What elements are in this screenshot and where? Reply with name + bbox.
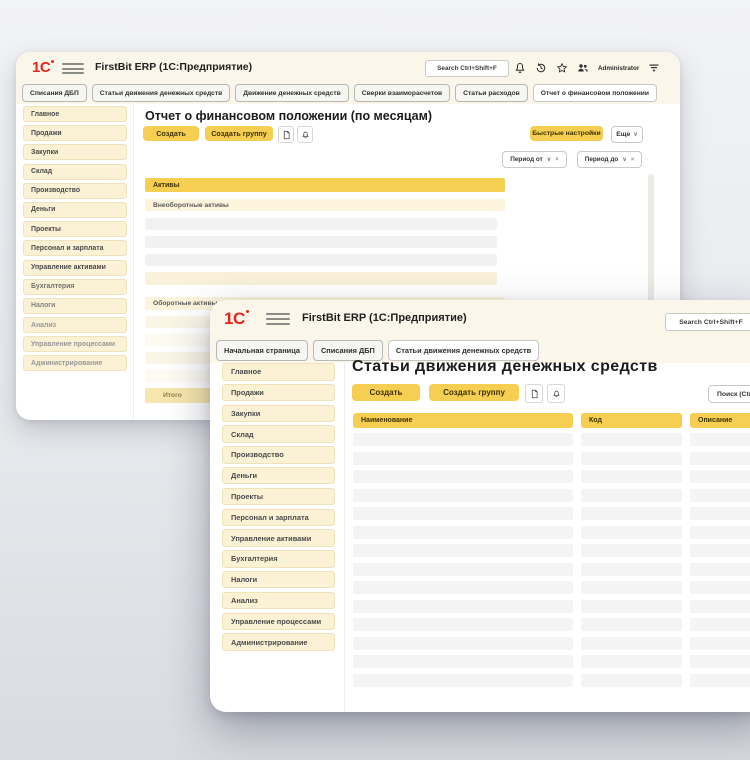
sidebar-item-проекты[interactable]: Проекты (222, 488, 335, 506)
tab-reconciliations[interactable]: Сверки взаиморасчетов (354, 84, 450, 102)
create-button[interactable]: Создать (143, 126, 199, 141)
1c-logo: 1С (224, 310, 245, 327)
tab-cashflow-items[interactable]: Статьи движения денежных средств (92, 84, 230, 102)
sidebar-item-закупки[interactable]: Закупки (23, 144, 127, 160)
tab-spisaniya-dbp[interactable]: Списания ДБП (22, 84, 87, 102)
table-row[interactable] (353, 618, 750, 637)
nav-sidebar: Главное Продажи Закупки Склад Производство Де… (222, 363, 335, 654)
sidebar-item-деньги[interactable]: Деньги (222, 467, 335, 485)
period-to-filter[interactable]: Период до∨× (577, 151, 642, 168)
sidebar-item-управление-процессами[interactable]: Управление процессами (222, 613, 335, 631)
tab-financial-report[interactable]: Отчет о финансовом положении (533, 84, 657, 102)
sidebar-item-анализ[interactable]: Анализ (23, 317, 127, 333)
create-group-button[interactable]: Создать группу (205, 126, 273, 141)
page-title: Отчет о финансовом положении (по месяцам… (145, 109, 432, 123)
create-button[interactable]: Создать (352, 384, 420, 401)
global-search-input[interactable]: Search Ctrl+Shift+F (425, 60, 509, 77)
window-cashflow-items: 1С FirstBit ERP (1С:Предприятие) Search … (210, 300, 750, 712)
sidebar-item-управление-активами[interactable]: Управление активами (222, 529, 335, 547)
main-menu-icon[interactable] (62, 63, 84, 74)
table-row[interactable] (353, 600, 750, 619)
panels-icon[interactable] (648, 62, 660, 74)
tab-expense-items[interactable]: Статьи расходов (455, 84, 528, 102)
table-row[interactable] (353, 526, 750, 545)
table-row[interactable] (353, 581, 750, 600)
sidebar-item-анализ[interactable]: Анализ (222, 592, 335, 610)
sidebar-item-продажи[interactable]: Продажи (23, 125, 127, 141)
table-body (353, 433, 750, 692)
sidebar-item-бухгалтерия[interactable]: Бухгалтерия (222, 550, 335, 568)
table-row[interactable] (353, 563, 750, 582)
table-row[interactable] (353, 452, 750, 471)
sidebar-item-главное[interactable]: Главное (222, 363, 335, 381)
table-row[interactable] (353, 433, 750, 452)
sidebar-item-налоги[interactable]: Налоги (23, 298, 127, 314)
nav-sidebar: Главное Продажи Закупки Склад Производство Де… (23, 106, 127, 375)
list-search-input[interactable]: Поиск (Ctrl+F) (708, 385, 750, 403)
table-row[interactable] (353, 674, 750, 693)
app-title: FirstBit ERP (1С:Предприятие) (302, 312, 467, 324)
sidebar-divider (344, 363, 345, 712)
table-row[interactable] (353, 655, 750, 674)
sidebar-item-главное[interactable]: Главное (23, 106, 127, 122)
table-row[interactable] (353, 470, 750, 489)
column-header-code[interactable]: Код (581, 413, 682, 428)
sidebar-divider (133, 104, 134, 420)
sidebar-item-закупки[interactable]: Закупки (222, 405, 335, 423)
column-header-description[interactable]: Описание (690, 413, 750, 428)
page-background: 1С FirstBit ERP (1С:Предприятие) Search … (0, 0, 750, 760)
new-document-icon[interactable] (278, 126, 294, 143)
global-search-input[interactable]: Search Ctrl+Shift+F (665, 313, 750, 331)
users-icon[interactable] (577, 62, 589, 74)
period-from-filter[interactable]: Период от∨× (502, 151, 567, 168)
new-document-icon[interactable] (525, 384, 543, 403)
sidebar-item-склад[interactable]: Склад (222, 425, 335, 443)
sidebar-item-персонал-и-зарплата[interactable]: Персонал и зарплата (23, 240, 127, 256)
sidebar-item-персонал-и-зарплата[interactable]: Персонал и зарплата (222, 509, 335, 527)
sidebar-item-производство[interactable]: Производство (23, 183, 127, 199)
table-row[interactable] (145, 218, 497, 230)
1c-logo: 1С (32, 60, 50, 75)
report-row-noncurrent[interactable]: Внеоборотные активы (145, 199, 505, 211)
tab-bar: Списания ДБП Статьи движения денежных ср… (16, 83, 680, 104)
create-group-button[interactable]: Создать группу (429, 384, 519, 401)
tab-home[interactable]: Начальная страница (216, 340, 308, 361)
more-button[interactable]: Еще∨ (611, 126, 643, 143)
app-title: FirstBit ERP (1С:Предприятие) (95, 61, 252, 73)
history-icon[interactable] (535, 62, 547, 74)
table-row[interactable] (353, 637, 750, 656)
table-row[interactable] (145, 236, 497, 248)
notification-icon[interactable] (297, 126, 313, 143)
table-row[interactable] (145, 272, 497, 285)
star-icon[interactable] (556, 62, 568, 74)
notification-icon[interactable] (547, 384, 565, 403)
sidebar-item-деньги[interactable]: Деньги (23, 202, 127, 218)
main-menu-icon[interactable] (266, 313, 290, 325)
sidebar-item-бухгалтерия[interactable]: Бухгалтерия (23, 279, 127, 295)
sidebar-item-налоги[interactable]: Налоги (222, 571, 335, 589)
sidebar-item-склад[interactable]: Склад (23, 164, 127, 180)
table-row[interactable] (353, 544, 750, 563)
sidebar-item-управление-активами[interactable]: Управление активами (23, 260, 127, 276)
sidebar-item-управление-процессами[interactable]: Управление процессами (23, 336, 127, 352)
app-header: 1С FirstBit ERP (1С:Предприятие) Search … (16, 52, 680, 83)
page-title: Статьи движения денежных средств (352, 358, 658, 376)
table-row[interactable] (353, 489, 750, 508)
sidebar-item-проекты[interactable]: Проекты (23, 221, 127, 237)
column-header-name[interactable]: Наименование (353, 413, 573, 428)
sidebar-item-продажи[interactable]: Продажи (222, 384, 335, 402)
app-header: 1С FirstBit ERP (1С:Предприятие) Search … (210, 300, 750, 339)
report-row-assets[interactable]: Активы (145, 178, 505, 192)
bell-icon[interactable] (514, 62, 526, 74)
sidebar-item-производство[interactable]: Производство (222, 446, 335, 464)
table-row[interactable] (145, 254, 497, 266)
quick-settings-button[interactable]: Быстрые настройки (530, 126, 603, 141)
sidebar-item-администрирование[interactable]: Администрирование (222, 633, 335, 651)
tab-cashflow-movement[interactable]: Движение денежных средств (235, 84, 349, 102)
current-user-label[interactable]: Administrator (598, 65, 639, 72)
table-row[interactable] (353, 507, 750, 526)
sidebar-item-администрирование[interactable]: Администрирование (23, 355, 127, 371)
